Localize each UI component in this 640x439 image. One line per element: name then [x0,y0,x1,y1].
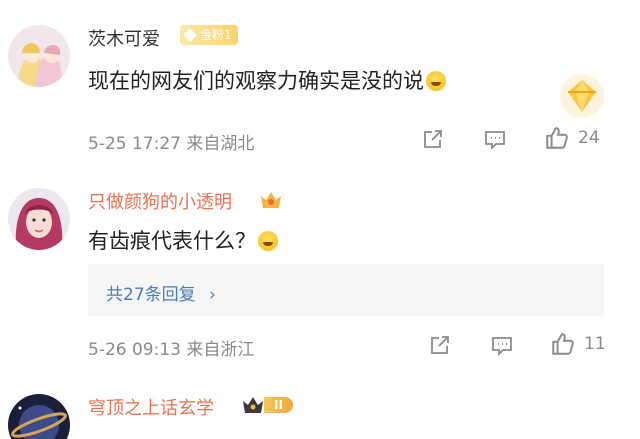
comment-item: 穹顶之上话玄学 II [0,382,640,439]
level-badge: II [240,394,293,416]
comment-text-body: 现在的网友们的观察力确实是没的说 [88,69,424,93]
gold-fan-decor-icon [560,74,604,118]
username[interactable]: 只做颜狗的小透明 [88,188,232,214]
avatar[interactable] [8,188,70,250]
comment-button[interactable] [490,333,514,357]
vip-crown-icon [243,397,263,413]
chevron-right-icon: › [209,285,216,305]
comment-text: 有齿痕代表什么？ [88,225,278,255]
reply-summary-link[interactable]: 共27条回复 › [106,280,216,305]
avatar[interactable] [8,394,70,439]
vip-crown-icon [261,192,281,208]
comment-text-body: 有齿痕代表什么？ [88,229,256,253]
reply-summary-box[interactable]: 共27条回复 › [88,264,604,316]
share-icon [431,336,449,354]
laugh-emoji-icon [258,231,278,251]
share-button[interactable] [428,333,452,357]
share-button[interactable] [421,127,445,151]
like-count: 11 [584,334,606,354]
comment-icon [485,131,505,151]
comment-item: 茨木可爱 金粉1 现在的网友们的观察力确实是没的说 5-25 17:27 来自湖… [0,0,640,170]
thumbs-up-icon [552,333,574,355]
share-icon [424,130,442,148]
username[interactable]: 穹顶之上话玄学 [88,394,214,420]
comment-button[interactable] [483,127,507,151]
reply-summary-label: 共27条回复 [106,285,196,305]
diamond-icon [182,27,198,43]
fan-badge[interactable]: 金粉1 [180,25,238,45]
fan-badge-label: 金粉1 [200,28,232,42]
comment-meta: 5-26 09:13 来自浙江 [88,340,255,360]
comment-icon [492,337,512,357]
like-button[interactable]: 11 [550,331,606,357]
laugh-cry-emoji-icon [426,71,446,91]
avatar[interactable] [8,25,70,87]
comment-meta: 5-25 17:27 来自湖北 [88,134,255,154]
like-button[interactable]: 24 [544,125,600,151]
like-count: 24 [578,128,600,148]
username[interactable]: 茨木可爱 [88,25,160,51]
comment-item: 只做颜狗的小透明 有齿痕代表什么？ 共27条回复 › 5-26 09:13 来自… [0,170,640,382]
level-badge-label: II [264,397,293,413]
comment-text: 现在的网友们的观察力确实是没的说 [88,65,446,95]
thumbs-up-icon [546,127,568,149]
